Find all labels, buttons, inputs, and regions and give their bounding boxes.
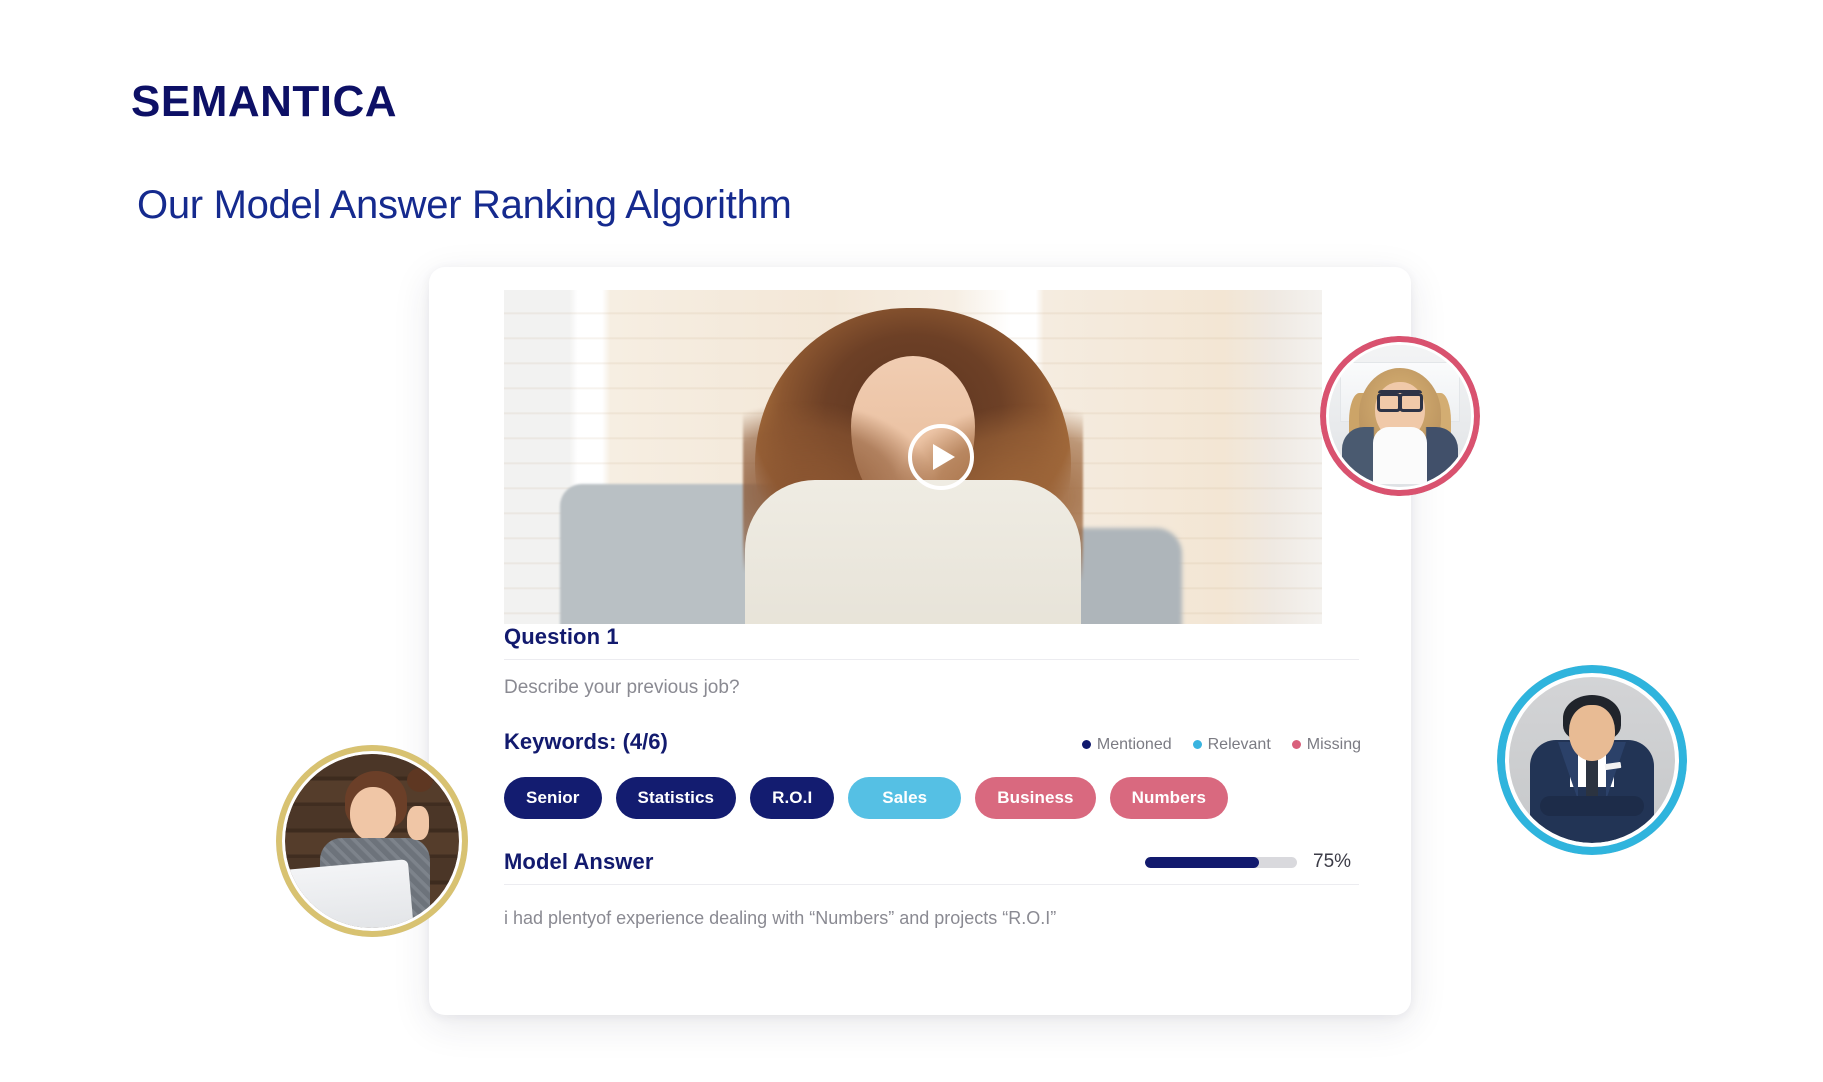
- keyword-pill-label: Sales: [882, 788, 928, 807]
- legend-item-missing: Missing: [1291, 735, 1361, 754]
- brand-logo: SEMANTICA: [131, 77, 398, 126]
- model-answer-score: 75%: [1145, 851, 1359, 873]
- page-title: Our Model Answer Ranking Algorithm: [137, 183, 792, 227]
- model-answer-row: Model Answer 75%: [429, 819, 1411, 875]
- card-body: Question 1 Describe your previous job? K…: [429, 624, 1411, 929]
- person-shirt: [745, 480, 1081, 624]
- glasses-icon: [1377, 390, 1423, 413]
- keyword-pill-label: Business: [997, 788, 1074, 807]
- avatar-photo: [1329, 345, 1471, 487]
- keywords-heading: Keywords: (4/6): [504, 729, 668, 754]
- keywords-row: Keywords: (4/6) Mentioned Relevant Missi…: [429, 699, 1411, 755]
- avatar-face: [1569, 705, 1615, 762]
- avatar-woman-with-glasses: [1320, 336, 1480, 496]
- video-thumbnail[interactable]: [504, 290, 1322, 624]
- keyword-pill-label: R.O.I: [772, 788, 813, 807]
- legend-label-mentioned: Mentioned: [1096, 735, 1172, 753]
- keywords-legend: Mentioned Relevant Missing: [1081, 731, 1361, 754]
- laptop-icon: [285, 859, 414, 928]
- avatar-photo: [1509, 677, 1675, 843]
- legend-dot-mentioned: [1081, 740, 1091, 749]
- keyword-pill-roi[interactable]: R.O.I: [750, 777, 835, 819]
- play-triangle-icon: [933, 444, 955, 470]
- model-answer-heading: Model Answer: [504, 849, 654, 874]
- legend-label-relevant: Relevant: [1207, 735, 1271, 753]
- avatar-woman-at-laptop: [276, 745, 468, 937]
- legend-dot-relevant: [1192, 740, 1202, 749]
- avatar-top: [1373, 427, 1427, 485]
- model-answer-text: i had plentyof experience dealing with “…: [504, 908, 1057, 928]
- score-progress-bar: [1145, 856, 1297, 868]
- keyword-pill-label: Numbers: [1131, 788, 1206, 807]
- legend-label-missing: Missing: [1306, 735, 1361, 753]
- keyword-pill-statistics[interactable]: Statistics: [615, 777, 737, 819]
- play-button-icon[interactable]: [908, 424, 974, 490]
- keyword-pill-list: Senior Statistics R.O.I Sales Business N…: [429, 755, 1411, 819]
- avatar-hand: [406, 806, 429, 841]
- keyword-pill-label: Senior: [526, 788, 580, 807]
- score-progress-fill: [1145, 856, 1259, 868]
- avatar-face: [350, 787, 396, 842]
- question-heading: Question 1: [504, 624, 619, 649]
- keyword-pill-business[interactable]: Business: [975, 777, 1096, 819]
- avatar-man-in-suit: [1497, 665, 1687, 855]
- keyword-pill-numbers[interactable]: Numbers: [1109, 777, 1228, 819]
- avatar-hair-bun: [406, 767, 433, 792]
- question-text: Describe your previous job?: [504, 677, 740, 698]
- avatar-photo: [285, 754, 459, 928]
- legend-item-relevant: Relevant: [1192, 735, 1271, 754]
- legend-item-mentioned: Mentioned: [1081, 735, 1172, 754]
- keyword-pill-senior[interactable]: Senior: [504, 777, 602, 819]
- question-header: Question 1: [429, 624, 1411, 650]
- legend-dot-missing: [1291, 740, 1301, 749]
- keyword-pill-label: Statistics: [637, 788, 715, 807]
- avatar-folded-arms: [1540, 796, 1644, 817]
- keyword-pill-sales[interactable]: Sales: [848, 777, 962, 819]
- score-label: 75%: [1313, 851, 1352, 872]
